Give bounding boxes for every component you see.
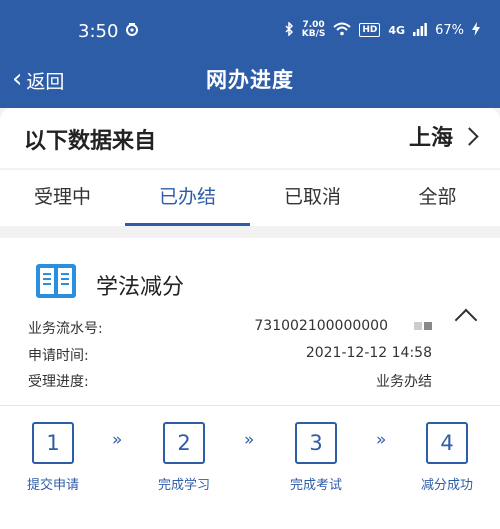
- back-label: 返回: [26, 70, 65, 93]
- wifi-icon: [333, 22, 352, 39]
- redaction-mark: [414, 322, 422, 330]
- speed-unit: KB/S: [301, 29, 326, 39]
- divider: [0, 405, 500, 406]
- step-number: 4: [426, 422, 468, 464]
- charging-icon: [472, 21, 480, 39]
- hd-badge: HD: [359, 23, 381, 37]
- step-label: 完成学习: [157, 478, 210, 493]
- status-bar: 3:50 7.00 KB/S HD 4G 67%: [0, 0, 500, 62]
- service-name: 学法减分: [96, 275, 185, 300]
- back-button[interactable]: ‹ 返回: [12, 58, 64, 102]
- status-indicators: 7.00 KB/S HD 4G 67%: [284, 21, 480, 39]
- application-card[interactable]: 学法减分 业务流水号: 731002100000000 申请时间: 2021-1…: [0, 238, 500, 529]
- step-1: 1 提交申请: [3, 422, 103, 493]
- region-name: 上海: [408, 126, 453, 151]
- double-chevron-icon: »: [244, 430, 255, 450]
- step-number: 2: [163, 422, 205, 464]
- double-chevron-icon: »: [376, 430, 387, 450]
- progress-label: 受理进度:: [28, 374, 89, 390]
- apply-time-label: 申请时间:: [28, 348, 89, 364]
- tab-all[interactable]: 全部: [375, 170, 500, 226]
- data-source-row: 以下数据来自 上海: [0, 108, 500, 168]
- tab-completed[interactable]: 已办结: [125, 170, 250, 226]
- tab-in-progress[interactable]: 受理中: [0, 170, 125, 226]
- redaction-mark: [424, 322, 432, 330]
- step-label: 减分成功: [420, 478, 473, 493]
- progress-value: 业务办结: [376, 374, 432, 390]
- step-number: 3: [295, 422, 337, 464]
- app-header: 3:50 7.00 KB/S HD 4G 67% ‹ 返回 网办进度: [0, 0, 500, 108]
- chevron-left-icon: ‹: [12, 64, 23, 94]
- step-label: 提交申请: [26, 478, 79, 493]
- network-speed: 7.00 KB/S: [302, 21, 326, 39]
- signal-icon: [413, 22, 427, 39]
- tab-cancelled[interactable]: 已取消: [250, 170, 375, 226]
- source-label: 以下数据来自: [24, 129, 157, 154]
- serial-number-label: 业务流水号:: [28, 321, 103, 337]
- book-icon: [36, 264, 76, 298]
- step-3: 3 完成考试: [266, 422, 366, 493]
- bluetooth-icon: [284, 20, 294, 39]
- step-label: 完成考试: [289, 478, 342, 493]
- apply-time-value: 2021-12-12 14:58: [305, 345, 432, 361]
- region-selector[interactable]: 上海: [408, 120, 479, 152]
- serial-number-text: 731002100000000: [254, 318, 388, 334]
- double-chevron-icon: »: [112, 430, 123, 450]
- page-title: 网办进度: [206, 68, 294, 92]
- step-2: 2 完成学习: [134, 422, 234, 493]
- step-number: 1: [32, 422, 74, 464]
- step-4: 4 减分成功: [397, 422, 497, 493]
- sync-icon: [124, 21, 140, 41]
- battery-level: 67%: [435, 22, 464, 38]
- chevron-right-icon: [460, 126, 479, 146]
- nav-bar: ‹ 返回 网办进度: [0, 58, 500, 102]
- status-tabs: 受理中 已办结 已取消 全部: [0, 170, 500, 226]
- network-type: 4G: [388, 23, 406, 37]
- serial-number-value: 731002100000000: [254, 318, 432, 334]
- chevron-up-icon[interactable]: [454, 308, 478, 332]
- status-time: 3:50: [78, 21, 119, 42]
